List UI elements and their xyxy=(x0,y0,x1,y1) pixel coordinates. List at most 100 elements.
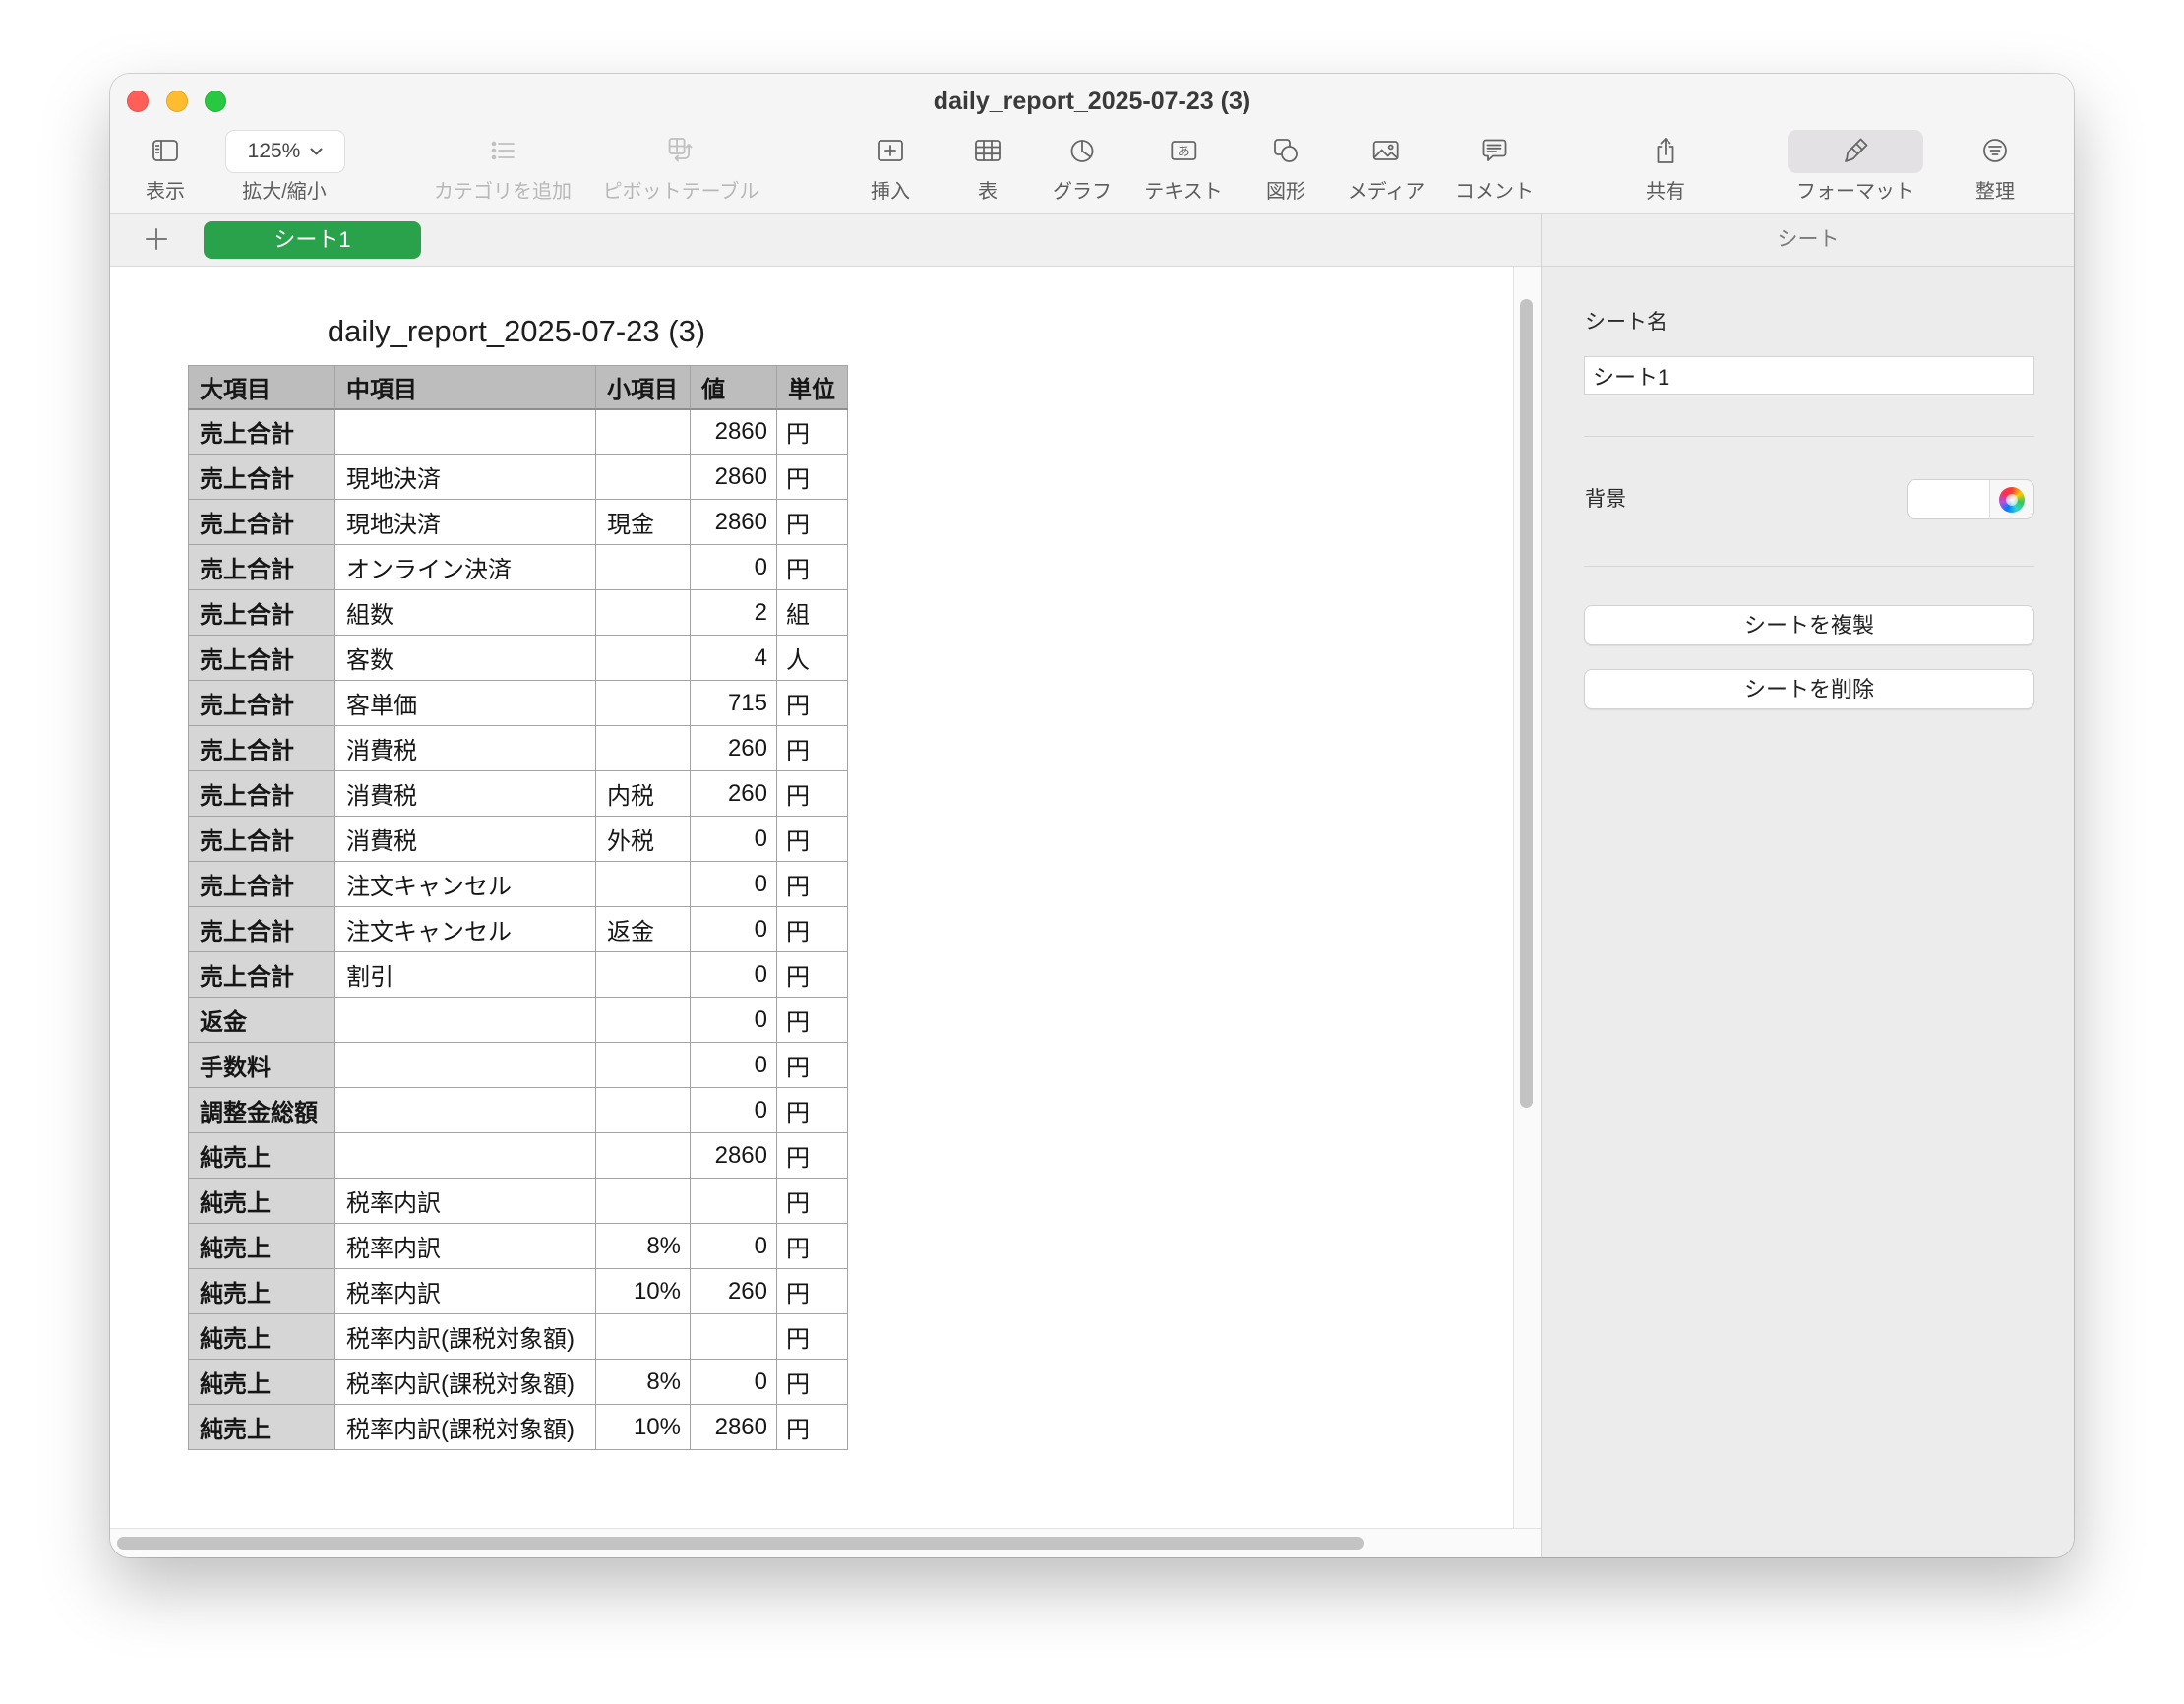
column-header-minor[interactable]: 小項目 xyxy=(595,365,691,410)
cell-major[interactable]: 純売上 xyxy=(188,1404,335,1450)
cell-middle[interactable] xyxy=(334,997,596,1043)
cell-value[interactable]: 0 xyxy=(690,1359,777,1405)
cell-minor[interactable]: 返金 xyxy=(595,906,691,952)
shape-button[interactable]: 図形 xyxy=(1266,136,1305,204)
cell-major[interactable]: 売上合計 xyxy=(188,589,335,636)
cell-major[interactable]: 売上合計 xyxy=(188,499,335,545)
cell-value[interactable] xyxy=(690,1313,777,1360)
cell-minor[interactable] xyxy=(595,951,691,998)
cell-middle[interactable] xyxy=(334,408,596,455)
cell-middle[interactable]: 税率内訳 xyxy=(334,1178,596,1224)
cell-value[interactable]: 715 xyxy=(690,680,777,726)
cell-major[interactable]: 純売上 xyxy=(188,1359,335,1405)
cell-middle[interactable]: 消費税 xyxy=(334,816,596,862)
add-sheet-button[interactable] xyxy=(144,226,169,252)
cell-middle[interactable] xyxy=(334,1042,596,1088)
table-title[interactable]: daily_report_2025-07-23 (3) xyxy=(221,315,812,348)
cell-value[interactable]: 0 xyxy=(690,906,777,952)
cell-middle[interactable]: 組数 xyxy=(334,589,596,636)
cell-value[interactable]: 0 xyxy=(690,1087,777,1133)
horizontal-scrollbar[interactable] xyxy=(110,1528,1541,1557)
cell-unit[interactable]: 円 xyxy=(776,951,848,998)
zoom-dropdown[interactable]: 125% xyxy=(225,130,345,173)
cell-major[interactable]: 手数料 xyxy=(188,1042,335,1088)
background-color-well[interactable] xyxy=(1907,479,2034,519)
cell-middle[interactable]: 客数 xyxy=(334,635,596,681)
cell-value[interactable]: 0 xyxy=(690,997,777,1043)
cell-minor[interactable] xyxy=(595,544,691,590)
cell-middle[interactable]: 消費税 xyxy=(334,770,596,817)
cell-minor[interactable] xyxy=(595,1132,691,1179)
view-button[interactable]: 表示 xyxy=(146,136,185,204)
cell-middle[interactable]: 税率内訳 xyxy=(334,1223,596,1269)
cell-unit[interactable]: 組 xyxy=(776,589,848,636)
cell-major[interactable]: 純売上 xyxy=(188,1132,335,1179)
cell-minor[interactable] xyxy=(595,1042,691,1088)
cell-middle[interactable]: 割引 xyxy=(334,951,596,998)
cell-unit[interactable]: 円 xyxy=(776,861,848,907)
cell-major[interactable]: 売上合計 xyxy=(188,680,335,726)
cell-value[interactable]: 0 xyxy=(690,951,777,998)
cell-major[interactable]: 純売上 xyxy=(188,1223,335,1269)
cell-value[interactable]: 260 xyxy=(690,770,777,817)
insert-button[interactable]: 挿入 xyxy=(871,136,910,204)
cell-middle[interactable]: 現地決済 xyxy=(334,499,596,545)
cell-minor[interactable]: 外税 xyxy=(595,816,691,862)
cell-middle[interactable]: 注文キャンセル xyxy=(334,906,596,952)
cell-major[interactable]: 返金 xyxy=(188,997,335,1043)
cell-value[interactable]: 260 xyxy=(690,1268,777,1314)
cell-major[interactable]: 売上合計 xyxy=(188,951,335,998)
cell-value[interactable]: 2860 xyxy=(690,408,777,455)
cell-minor[interactable] xyxy=(595,454,691,500)
cell-unit[interactable]: 円 xyxy=(776,1178,848,1224)
vertical-scroll-thumb[interactable] xyxy=(1520,299,1533,1108)
table-button[interactable]: 表 xyxy=(973,136,1002,204)
cell-major[interactable]: 売上合計 xyxy=(188,906,335,952)
cell-unit[interactable]: 円 xyxy=(776,1268,848,1314)
cell-unit[interactable]: 円 xyxy=(776,770,848,817)
cell-major[interactable]: 売上合計 xyxy=(188,816,335,862)
cell-minor[interactable] xyxy=(595,1313,691,1360)
color-picker-button[interactable] xyxy=(1989,480,2033,518)
column-header-major[interactable]: 大項目 xyxy=(188,365,335,410)
cell-value[interactable]: 2860 xyxy=(690,1404,777,1450)
delete-sheet-button[interactable]: シートを削除 xyxy=(1584,669,2034,709)
cell-minor[interactable] xyxy=(595,861,691,907)
cell-major[interactable]: 売上合計 xyxy=(188,770,335,817)
pivot-table-button[interactable]: ピボットテーブル xyxy=(603,136,758,204)
media-button[interactable]: メディア xyxy=(1348,136,1425,204)
cell-middle[interactable] xyxy=(334,1132,596,1179)
text-button[interactable]: あ テキスト xyxy=(1144,136,1223,204)
cell-value[interactable]: 0 xyxy=(690,544,777,590)
cell-minor[interactable] xyxy=(595,635,691,681)
cell-unit[interactable]: 円 xyxy=(776,408,848,455)
background-color-swatch[interactable] xyxy=(1908,480,1989,518)
cell-minor[interactable] xyxy=(595,408,691,455)
cell-unit[interactable]: 円 xyxy=(776,725,848,771)
cell-minor[interactable] xyxy=(595,997,691,1043)
cell-value[interactable]: 0 xyxy=(690,1042,777,1088)
cell-minor[interactable]: 10% xyxy=(595,1404,691,1450)
cell-unit[interactable]: 円 xyxy=(776,1404,848,1450)
cell-major[interactable]: 純売上 xyxy=(188,1313,335,1360)
cell-middle[interactable]: 税率内訳(課税対象額) xyxy=(334,1404,596,1450)
cell-middle[interactable]: 現地決済 xyxy=(334,454,596,500)
cell-value[interactable]: 0 xyxy=(690,816,777,862)
add-category-button[interactable]: カテゴリを追加 xyxy=(434,136,572,204)
inspector-tab-sheet[interactable]: シート xyxy=(1542,214,2074,267)
cell-unit[interactable]: 円 xyxy=(776,1313,848,1360)
cell-major[interactable]: 売上合計 xyxy=(188,725,335,771)
cell-value[interactable]: 2860 xyxy=(690,1132,777,1179)
cell-unit[interactable]: 円 xyxy=(776,499,848,545)
cell-major[interactable]: 売上合計 xyxy=(188,454,335,500)
cell-major[interactable]: 売上合計 xyxy=(188,861,335,907)
comment-button[interactable]: コメント xyxy=(1455,136,1534,204)
cell-unit[interactable]: 円 xyxy=(776,1359,848,1405)
cell-major[interactable]: 純売上 xyxy=(188,1178,335,1224)
cell-minor[interactable] xyxy=(595,1087,691,1133)
cell-value[interactable]: 2 xyxy=(690,589,777,636)
share-button[interactable]: 共有 xyxy=(1646,136,1685,204)
cell-minor[interactable]: 現金 xyxy=(595,499,691,545)
cell-value[interactable]: 260 xyxy=(690,725,777,771)
cell-unit[interactable]: 円 xyxy=(776,1132,848,1179)
